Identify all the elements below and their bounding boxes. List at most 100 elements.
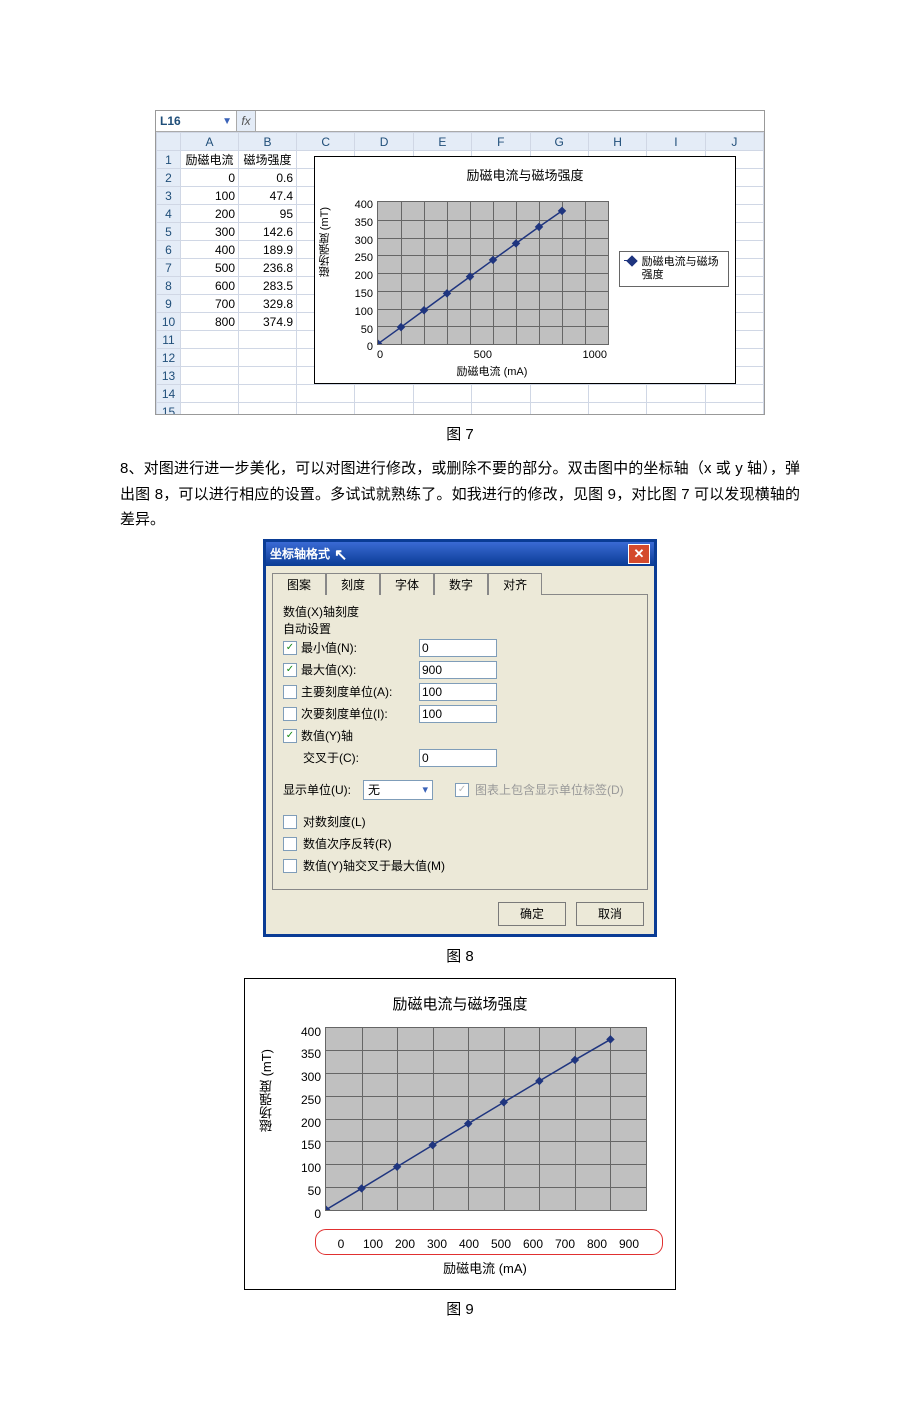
row-header[interactable]: 5 bbox=[157, 223, 181, 241]
close-button[interactable]: ✕ bbox=[628, 544, 650, 564]
col-header[interactable]: F bbox=[472, 133, 530, 151]
cell[interactable] bbox=[647, 385, 705, 403]
cell[interactable]: 100 bbox=[181, 187, 239, 205]
cell[interactable]: 磁场强度 bbox=[239, 151, 297, 169]
cell[interactable]: 300 bbox=[181, 223, 239, 241]
row-header[interactable]: 15 bbox=[157, 403, 181, 415]
cell[interactable]: 329.8 bbox=[239, 295, 297, 313]
cell[interactable] bbox=[705, 403, 763, 415]
cell[interactable] bbox=[239, 403, 297, 415]
value-input[interactable] bbox=[419, 639, 497, 657]
cell[interactable]: 283.5 bbox=[239, 277, 297, 295]
cell[interactable] bbox=[530, 403, 588, 415]
row-header[interactable]: 14 bbox=[157, 385, 181, 403]
row-header[interactable]: 2 bbox=[157, 169, 181, 187]
formula-bar[interactable] bbox=[256, 111, 764, 131]
cell[interactable] bbox=[472, 385, 530, 403]
value-input[interactable] bbox=[419, 661, 497, 679]
cross-value-input[interactable] bbox=[419, 749, 497, 767]
cell[interactable] bbox=[239, 385, 297, 403]
col-header[interactable]: C bbox=[297, 133, 355, 151]
cancel-button[interactable]: 取消 bbox=[576, 902, 644, 926]
value-input[interactable] bbox=[419, 705, 497, 723]
cell[interactable]: 189.9 bbox=[239, 241, 297, 259]
cell[interactable] bbox=[472, 403, 530, 415]
value-input[interactable] bbox=[419, 683, 497, 701]
checkbox-icon[interactable] bbox=[283, 707, 297, 721]
cell[interactable] bbox=[181, 403, 239, 415]
col-header[interactable]: J bbox=[705, 133, 763, 151]
col-header[interactable]: D bbox=[355, 133, 413, 151]
col-header[interactable]: B bbox=[239, 133, 297, 151]
plot-area[interactable] bbox=[377, 201, 609, 345]
row-header[interactable]: 10 bbox=[157, 313, 181, 331]
embedded-chart[interactable]: 励磁电流与磁场强度 磁场强度 (mT) 40035030025020015010… bbox=[314, 156, 736, 384]
cell[interactable] bbox=[181, 367, 239, 385]
option-label[interactable]: 数值(Y)轴交叉于最大值(M) bbox=[303, 857, 445, 874]
cell[interactable] bbox=[355, 403, 413, 415]
dialog-tab[interactable]: 图案 bbox=[272, 573, 326, 595]
col-header[interactable]: I bbox=[647, 133, 705, 151]
cell[interactable] bbox=[239, 331, 297, 349]
dialog-tab[interactable]: 对齐 bbox=[488, 573, 542, 595]
row-header[interactable]: 11 bbox=[157, 331, 181, 349]
cell[interactable] bbox=[530, 385, 588, 403]
cell[interactable] bbox=[239, 349, 297, 367]
cell[interactable]: 142.6 bbox=[239, 223, 297, 241]
row-header[interactable]: 13 bbox=[157, 367, 181, 385]
cell[interactable] bbox=[705, 385, 763, 403]
row-header[interactable]: 7 bbox=[157, 259, 181, 277]
checkbox-icon[interactable] bbox=[283, 685, 297, 699]
row-header[interactable]: 9 bbox=[157, 295, 181, 313]
cell[interactable] bbox=[181, 385, 239, 403]
checkbox-icon[interactable]: ✓ bbox=[283, 663, 297, 677]
cell[interactable]: 374.9 bbox=[239, 313, 297, 331]
unit-select[interactable]: 无 bbox=[363, 780, 433, 800]
cell[interactable] bbox=[413, 385, 471, 403]
cell[interactable] bbox=[181, 349, 239, 367]
cell[interactable]: 236.8 bbox=[239, 259, 297, 277]
fx-icon[interactable]: fx bbox=[237, 111, 256, 131]
cell[interactable] bbox=[588, 385, 646, 403]
row-header[interactable]: 4 bbox=[157, 205, 181, 223]
checkbox-icon[interactable] bbox=[283, 837, 297, 851]
checkbox-icon[interactable] bbox=[283, 859, 297, 873]
option-label[interactable]: 数值次序反转(R) bbox=[303, 835, 392, 852]
col-header[interactable]: H bbox=[588, 133, 646, 151]
cell[interactable]: 95 bbox=[239, 205, 297, 223]
cell[interactable] bbox=[647, 403, 705, 415]
cell[interactable]: 600 bbox=[181, 277, 239, 295]
cell[interactable]: 0.6 bbox=[239, 169, 297, 187]
field-label[interactable]: ✓最大值(X): bbox=[283, 661, 413, 678]
cell[interactable]: 700 bbox=[181, 295, 239, 313]
cell[interactable] bbox=[239, 367, 297, 385]
cell[interactable]: 400 bbox=[181, 241, 239, 259]
cell[interactable] bbox=[413, 403, 471, 415]
cell[interactable] bbox=[297, 385, 355, 403]
cell[interactable] bbox=[588, 403, 646, 415]
cell[interactable]: 800 bbox=[181, 313, 239, 331]
dropdown-icon[interactable]: ▼ bbox=[222, 116, 232, 127]
dialog-tab[interactable]: 数字 bbox=[434, 573, 488, 595]
cell[interactable] bbox=[355, 385, 413, 403]
cell[interactable] bbox=[297, 403, 355, 415]
cell[interactable]: 200 bbox=[181, 205, 239, 223]
checkbox-icon[interactable]: ✓ bbox=[283, 641, 297, 655]
cell[interactable]: 励磁电流 bbox=[181, 151, 239, 169]
cell[interactable]: 47.4 bbox=[239, 187, 297, 205]
cell[interactable]: 0 bbox=[181, 169, 239, 187]
row-header[interactable]: 12 bbox=[157, 349, 181, 367]
field-label[interactable]: ✓最小值(N): bbox=[283, 639, 413, 656]
checkbox-icon[interactable]: ✓ bbox=[283, 729, 297, 743]
col-header[interactable]: A bbox=[181, 133, 239, 151]
dialog-tab[interactable]: 字体 bbox=[380, 573, 434, 595]
field-label[interactable]: 次要刻度单位(I): bbox=[283, 705, 413, 722]
cell[interactable]: 500 bbox=[181, 259, 239, 277]
checkbox-icon[interactable] bbox=[283, 815, 297, 829]
yaxis-checkbox-label[interactable]: ✓数值(Y)轴 bbox=[283, 727, 413, 744]
option-label[interactable]: 对数刻度(L) bbox=[303, 813, 366, 830]
name-box[interactable]: L16▼ bbox=[156, 111, 237, 131]
ok-button[interactable]: 确定 bbox=[498, 902, 566, 926]
dialog-tab[interactable]: 刻度 bbox=[326, 573, 380, 595]
field-label[interactable]: 主要刻度单位(A): bbox=[283, 683, 413, 700]
